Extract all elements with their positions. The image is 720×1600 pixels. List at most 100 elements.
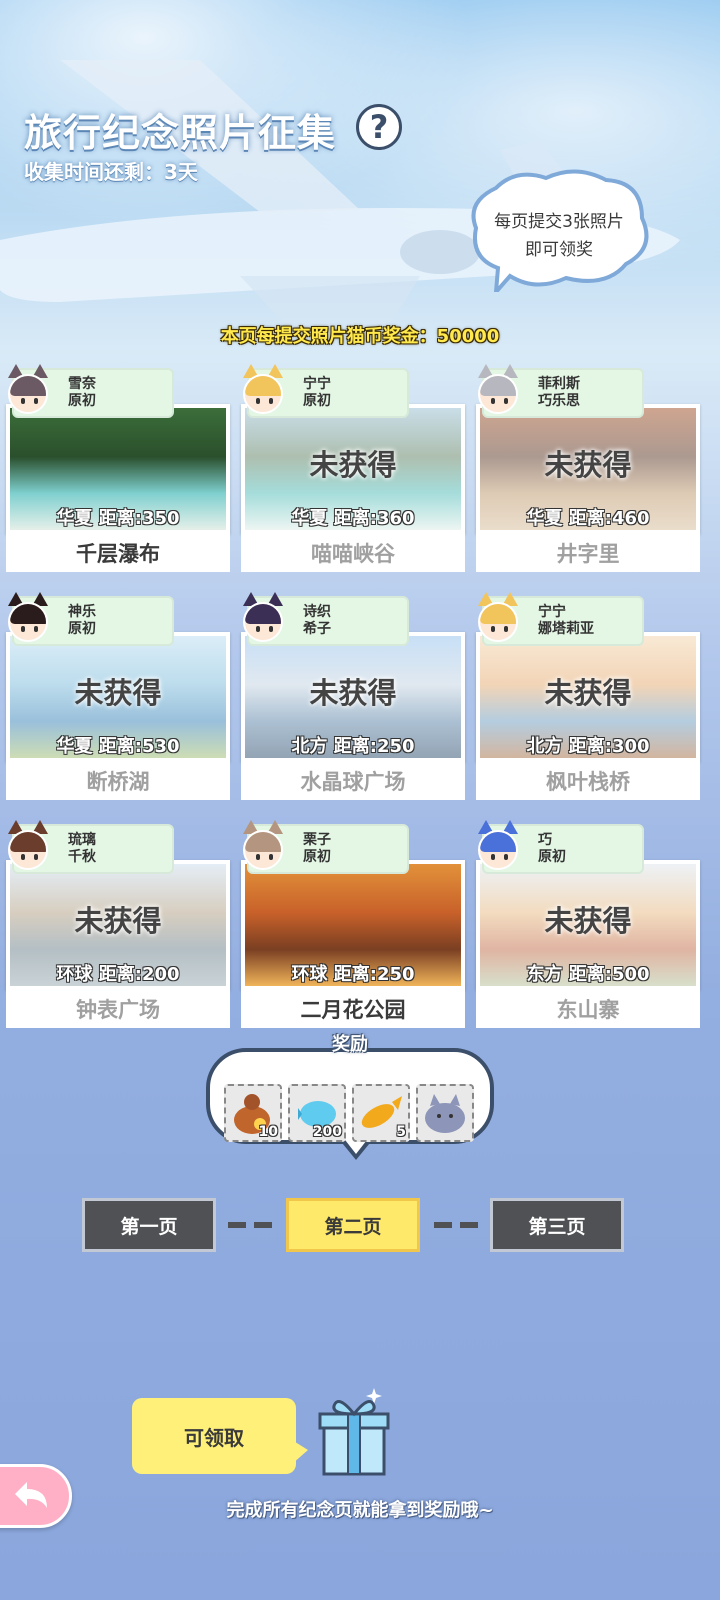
region-distance: 北方 距离:250	[241, 732, 465, 758]
eye	[269, 398, 273, 404]
place-name: 钟表广场	[6, 990, 230, 1028]
eye	[34, 398, 38, 404]
character-names: 菲利斯 巧乐思	[538, 376, 580, 410]
region-distance: 东方 距离:500	[476, 960, 700, 986]
reward-item-golden-fish[interactable]: 5	[352, 1084, 410, 1142]
face	[478, 374, 518, 414]
region-label: 东方	[526, 964, 563, 985]
place-name: 井字里	[476, 534, 700, 572]
page-connector	[460, 1222, 478, 1228]
character-title: 巧乐思	[538, 393, 580, 409]
face	[243, 830, 283, 870]
distance-label: 距离:250	[333, 964, 415, 985]
face	[8, 830, 48, 870]
cat-girl-avatar-icon	[2, 590, 54, 644]
page-button-1[interactable]: 第一页	[82, 1198, 216, 1252]
not-obtained-text: 未获得	[74, 676, 162, 710]
region-label: 华夏	[291, 508, 328, 529]
page-button-2[interactable]: 第二页	[286, 1198, 420, 1252]
eye	[21, 626, 25, 632]
not-obtained-text: 未获得	[309, 676, 397, 710]
page-button-3[interactable]: 第三页	[490, 1198, 624, 1252]
not-obtained-text: 未获得	[544, 448, 632, 482]
face	[478, 830, 518, 870]
face	[8, 602, 48, 642]
distance-label: 距离:200	[98, 964, 180, 985]
distance-label: 距离:250	[333, 736, 415, 757]
distance-label: 距离:300	[568, 736, 650, 757]
character-title: 千秋	[68, 849, 96, 865]
cat-girl-avatar-icon	[2, 362, 54, 416]
region-distance: 华夏 距离:360	[241, 504, 465, 530]
hair	[480, 832, 516, 852]
character-name: 宁宁	[538, 604, 566, 620]
back-button[interactable]	[0, 1464, 72, 1528]
distance-label: 距离:360	[333, 508, 415, 529]
eye	[21, 854, 25, 860]
eye	[504, 398, 508, 404]
character-name: 菲利斯	[538, 376, 580, 392]
hair	[480, 604, 516, 624]
photo-card[interactable]: 未获得 华夏 距离:530 断桥湖 神乐 原初	[6, 592, 230, 800]
footer-hint: 完成所有纪念页就能拿到奖励哦~	[226, 1500, 494, 1521]
character-title: 原初	[303, 849, 331, 865]
place-name: 东山寨	[476, 990, 700, 1028]
eye	[504, 626, 508, 632]
character-title: 原初	[538, 849, 566, 865]
character-name: 诗织	[303, 604, 331, 620]
cat-girl-avatar-icon	[237, 590, 289, 644]
not-obtained-text: 未获得	[544, 904, 632, 938]
eye	[256, 626, 260, 632]
bubble-line-2: 即可领奖	[525, 240, 593, 260]
reward-item-coin-bag[interactable]: 10	[224, 1084, 282, 1142]
region-distance: 环球 距离:250	[241, 960, 465, 986]
region-label: 环球	[291, 964, 328, 985]
help-button[interactable]: ?	[356, 104, 402, 150]
photo-card[interactable]: 未获得东方 距离:500 东山寨 巧原初	[476, 820, 700, 1028]
photo-card[interactable]: 未获得华夏 距离:460 井字里 菲利斯 巧乐思	[476, 364, 700, 572]
place-name: 二月花公园	[241, 990, 465, 1028]
bonus-banner: 本页每提交照片猫币奖金：50000	[220, 326, 500, 347]
cat-girl-avatar-icon	[237, 362, 289, 416]
face	[243, 374, 283, 414]
character-names: 巧原初	[538, 832, 566, 866]
region-label: 环球	[56, 964, 93, 985]
hair	[245, 604, 281, 624]
gift-box-icon[interactable]	[318, 1384, 390, 1480]
question-mark-icon: ?	[369, 108, 389, 146]
region-label: 北方	[526, 736, 563, 757]
region-distance: 华夏 距离:350	[6, 504, 230, 530]
hair	[480, 376, 516, 396]
character-name: 巧	[538, 832, 552, 848]
hair	[245, 376, 281, 396]
character-name: 宁宁	[303, 376, 331, 392]
photo-card[interactable]: 华夏 距离:350 千层瀑布 雪奈 原初	[6, 364, 230, 572]
eye	[491, 398, 495, 404]
cat-girl-avatar-icon	[472, 818, 524, 872]
photo-card[interactable]: 未获得 北方 距离:300 枫叶栈桥 宁宁 娜塔莉亚	[476, 592, 700, 800]
face	[8, 374, 48, 414]
character-names: 栗子 原初	[303, 832, 331, 866]
hair	[10, 604, 46, 624]
region-distance: 北方 距离:300	[476, 732, 700, 758]
character-title: 原初	[303, 393, 331, 409]
not-obtained-text: 未获得	[309, 448, 397, 482]
eye	[504, 854, 508, 860]
photo-card[interactable]: 未获得 北方 距离:250 水晶球广场 诗织 希子	[241, 592, 465, 800]
photo-card[interactable]: 未获得 华夏 距离:360 喵喵峡谷 宁宁 原初	[241, 364, 465, 572]
photo-card[interactable]: 未获得 环球 距离:200 钟表广场 琉璃 千秋	[6, 820, 230, 1028]
character-name: 雪奈	[68, 376, 96, 392]
photo-card[interactable]: 环球 距离:250 二月花公园 栗子 原初	[241, 820, 465, 1028]
character-names: 宁宁 娜塔莉亚	[538, 604, 594, 638]
region-distance: 华夏 距离:460	[476, 504, 700, 530]
claim-button[interactable]: 可领取	[132, 1398, 296, 1474]
character-names: 琉璃 千秋	[68, 832, 96, 866]
eye	[269, 626, 273, 632]
reward-item-cat-plush[interactable]	[416, 1084, 474, 1142]
distance-label: 距离:460	[568, 508, 650, 529]
eye	[21, 398, 25, 404]
region-distance: 华夏 距离:530	[6, 732, 230, 758]
reward-item-blue-candy[interactable]: 200	[288, 1084, 346, 1142]
eye	[491, 626, 495, 632]
character-name: 神乐	[68, 604, 96, 620]
